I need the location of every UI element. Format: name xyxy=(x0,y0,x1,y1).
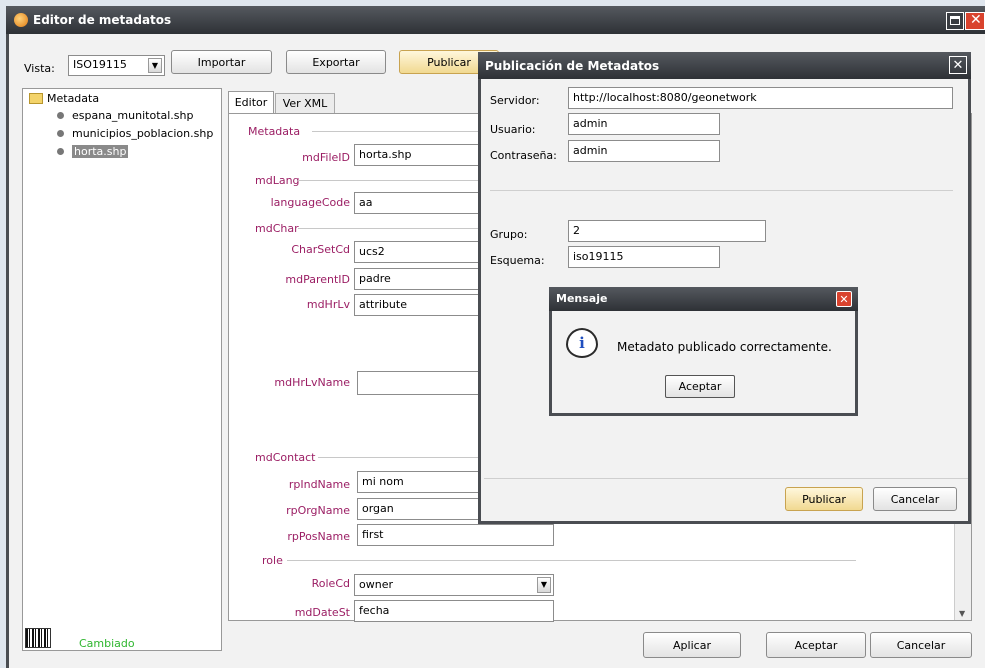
section-divider xyxy=(287,560,856,561)
mdParentID-field[interactable]: padre xyxy=(354,268,482,290)
dialog-close-button[interactable]: ✕ xyxy=(949,56,967,74)
tree-item-label: municipios_poblacion.shp xyxy=(72,127,214,140)
metadata-tree: Metadata espana_munitotal.shp municipios… xyxy=(22,88,222,651)
rpOrgName-field[interactable]: organ xyxy=(357,498,482,520)
dialog-cancelar-button[interactable]: Cancelar xyxy=(873,487,957,511)
exportar-button[interactable]: Exportar xyxy=(286,50,386,74)
app-icon xyxy=(14,13,28,27)
section-divider xyxy=(298,228,482,229)
status-text: Cambiado xyxy=(79,637,135,650)
aceptar-button[interactable]: Aceptar xyxy=(766,632,866,658)
section-divider xyxy=(312,131,482,132)
dialog-publicar-button[interactable]: Publicar xyxy=(785,487,863,511)
bullet-icon xyxy=(57,148,64,155)
close-icon: ✕ xyxy=(839,292,849,306)
message-aceptar-button[interactable]: Aceptar xyxy=(665,375,735,398)
maximize-button[interactable] xyxy=(946,12,964,30)
charSetCd-label: CharSetCd xyxy=(291,243,350,256)
rpPosName-field[interactable]: first xyxy=(357,524,554,546)
dialog-separator xyxy=(490,190,953,191)
tree-item[interactable]: municipios_poblacion.shp xyxy=(57,127,213,140)
languageCode-label: languageCode xyxy=(270,196,350,209)
esquema-field[interactable]: iso19115 xyxy=(568,246,720,268)
roleCd-label: RoleCd xyxy=(311,577,350,590)
close-icon: ✕ xyxy=(952,57,964,73)
contrasena-label: Contraseña: xyxy=(490,149,557,162)
section-divider xyxy=(318,457,482,458)
grupo-field[interactable]: 2 xyxy=(568,220,766,242)
cancelar-button[interactable]: Cancelar xyxy=(870,632,972,658)
grupo-label: Grupo: xyxy=(490,228,528,241)
chevron-down-icon: ▼ xyxy=(148,58,162,73)
message-dialog-title-bar: Mensaje ✕ xyxy=(549,287,858,311)
tab-editor-label: Editor xyxy=(234,96,268,109)
section-divider xyxy=(298,180,482,181)
bullet-icon xyxy=(57,130,64,137)
roleCd-select[interactable]: owner ▼ xyxy=(354,574,554,596)
usuario-label: Usuario: xyxy=(490,123,536,136)
mdParentID-label: mdParentID xyxy=(285,273,350,286)
mdDateSt-field[interactable]: fecha xyxy=(354,600,554,622)
barcode-icon xyxy=(25,628,51,648)
vista-select-value: ISO19115 xyxy=(73,58,127,71)
main-title-bar: Editor de metadatos ✕ xyxy=(6,6,985,34)
aplicar-button[interactable]: Aplicar xyxy=(643,632,741,658)
message-close-button[interactable]: ✕ xyxy=(836,291,852,307)
rpPosName-label: rpPosName xyxy=(287,530,350,543)
chevron-down-icon: ▼ xyxy=(537,577,551,593)
section-role: role xyxy=(262,554,283,567)
servidor-field[interactable]: http://localhost:8080/geonetwork xyxy=(568,87,953,109)
dialog-button-separator xyxy=(484,478,968,479)
message-text: Metadato publicado correctamente. xyxy=(617,340,832,354)
section-mdContact: mdContact xyxy=(255,451,316,464)
rpIndName-label: rpIndName xyxy=(288,478,350,491)
tab-editor[interactable]: Editor xyxy=(228,91,274,113)
tab-xml[interactable]: Ver XML xyxy=(275,93,335,113)
languageCode-field[interactable]: aa xyxy=(354,192,482,214)
section-metadata: Metadata xyxy=(248,125,301,138)
charSetCd-field[interactable]: ucs2 xyxy=(354,241,482,263)
mdFileID-field[interactable]: horta.shp xyxy=(354,144,482,166)
vista-select[interactable]: ISO19115 ▼ xyxy=(68,55,165,76)
section-mdChar: mdChar xyxy=(255,222,299,235)
scroll-down-icon: ▼ xyxy=(959,609,966,618)
contrasena-field[interactable]: admin xyxy=(568,140,720,162)
tree-item-label: horta.shp xyxy=(72,145,129,158)
info-icon: i xyxy=(566,328,598,358)
close-button[interactable]: ✕ xyxy=(965,12,985,30)
maximize-icon xyxy=(950,16,960,25)
tree-item[interactable]: espana_munitotal.shp xyxy=(57,109,193,122)
tree-root[interactable]: Metadata xyxy=(29,92,99,105)
rpIndName-field[interactable]: mi nom xyxy=(357,471,482,493)
tree-item-selected[interactable]: horta.shp xyxy=(57,145,129,158)
publish-dialog-title: Publicación de Metadatos xyxy=(485,59,660,73)
message-dialog-title: Mensaje xyxy=(556,292,608,305)
servidor-label: Servidor: xyxy=(490,94,540,107)
rpOrgName-label: rpOrgName xyxy=(286,504,350,517)
publish-dialog-title-bar: Publicación de Metadatos ✕ xyxy=(478,52,971,79)
importar-button[interactable]: Importar xyxy=(171,50,272,74)
vista-label: Vista: xyxy=(24,62,55,75)
mdDateSt-label: mdDateSt xyxy=(294,606,350,619)
esquema-label: Esquema: xyxy=(490,254,545,267)
close-icon: ✕ xyxy=(970,12,982,28)
mdFileID-label: mdFileID xyxy=(302,151,350,164)
mdHrLv-field[interactable]: attribute xyxy=(354,294,482,316)
bullet-icon xyxy=(57,112,64,119)
mdHrLv-label: mdHrLv xyxy=(306,298,350,311)
tree-item-label: espana_munitotal.shp xyxy=(72,109,194,122)
folder-icon xyxy=(29,93,43,104)
section-mdLang: mdLang xyxy=(255,174,300,187)
tree-root-label: Metadata xyxy=(47,92,100,105)
mdHrLvName-label: mdHrLvName xyxy=(274,376,350,389)
tab-xml-label: Ver XML xyxy=(282,97,328,110)
roleCd-value: owner xyxy=(359,578,393,591)
window-title: Editor de metadatos xyxy=(33,13,172,27)
usuario-field[interactable]: admin xyxy=(568,113,720,135)
mdHrLvName-field[interactable] xyxy=(357,371,482,395)
